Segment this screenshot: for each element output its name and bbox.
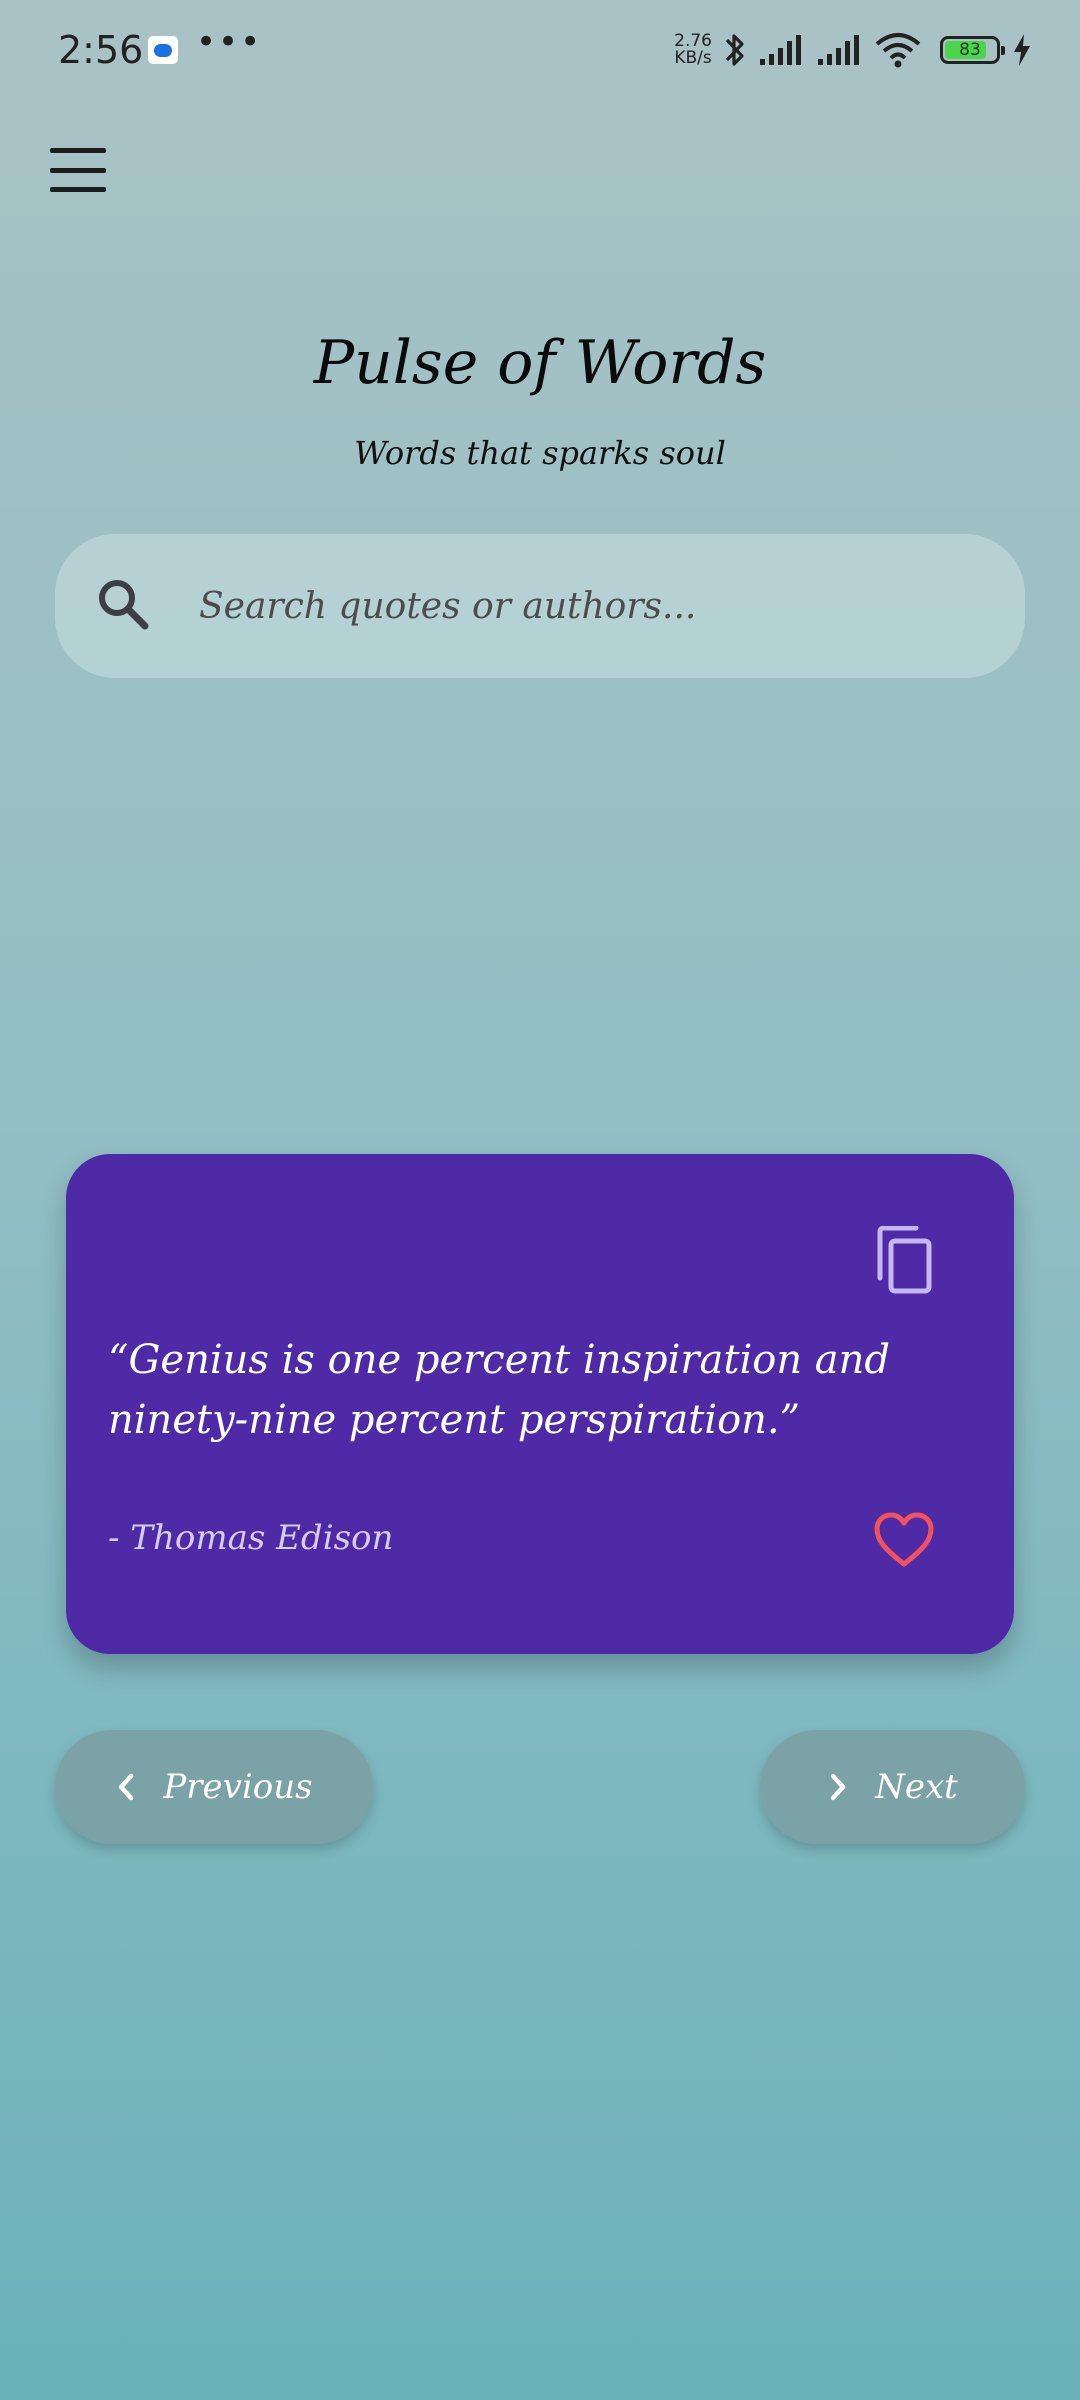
status-time: 2:56 (58, 28, 144, 72)
next-button[interactable]: Next (760, 1730, 1025, 1844)
previous-button[interactable]: Previous (55, 1730, 373, 1844)
status-indicators: 2.76 KB/s 83 (674, 28, 1032, 72)
chevron-right-icon (827, 1772, 849, 1802)
quote-card: “Genius is one percent inspiration and n… (66, 1154, 1014, 1654)
app-subtitle: Words that sparks soul (354, 434, 726, 472)
copy-icon[interactable] (874, 1225, 936, 1296)
quote-text: “Genius is one percent inspiration and n… (108, 1337, 891, 1443)
heart-outline-icon[interactable] (874, 1512, 934, 1568)
battery-level-text: 83 (959, 40, 981, 60)
chevron-left-icon (115, 1772, 137, 1802)
search-input[interactable] (197, 574, 991, 638)
search-icon (93, 574, 155, 636)
signal-icon-sim2 (816, 33, 862, 67)
next-label: Next (875, 1767, 958, 1807)
previous-label: Previous (163, 1767, 313, 1807)
quote-author: - Thomas Edison (108, 1518, 394, 1558)
bluetooth-icon (724, 30, 746, 70)
menu-icon[interactable] (50, 148, 106, 192)
wifi-icon (874, 32, 922, 68)
network-speed-unit: KB/s (674, 48, 712, 68)
network-speed: 2.76 KB/s (674, 33, 712, 67)
more-notifications-icon: ••• (196, 22, 263, 62)
charging-icon (1012, 33, 1032, 67)
messages-notification-icon (148, 36, 178, 64)
signal-icon-sim1 (758, 33, 804, 67)
search-bar[interactable] (55, 534, 1025, 678)
battery-icon: 83 (940, 36, 1005, 64)
status-bar: 2:56 ••• 2.76 KB/s 83 (0, 0, 1080, 100)
app-title: Pulse of Words (313, 328, 767, 398)
